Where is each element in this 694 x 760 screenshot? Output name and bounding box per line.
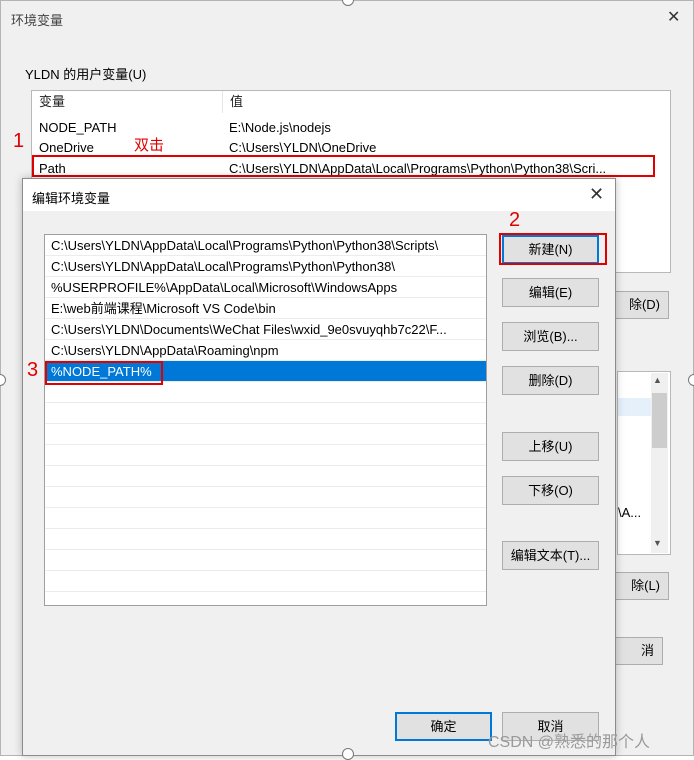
list-item[interactable]: E:\web前端课程\Microsoft VS Code\bin [45,298,486,319]
annotation-highlight-new-button [499,233,607,265]
move-up-button[interactable]: 上移(U) [502,432,599,461]
delete-button[interactable]: 删除(D) [502,366,599,395]
list-item[interactable]: %USERPROFILE%\AppData\Local\Microsoft\Wi… [45,277,486,298]
resize-handle[interactable] [688,374,694,386]
list-item[interactable]: C:\Users\YLDN\AppData\Local\Programs\Pyt… [45,256,486,277]
empty-list-row [45,445,486,466]
window-title: 环境变量 [11,13,64,28]
resize-handle[interactable] [342,748,354,760]
empty-list-row [45,529,486,550]
annotation-number-3: 3 [27,359,39,381]
annotation-highlight-path-row [32,155,655,177]
column-header-value[interactable]: 值 [222,91,662,113]
scroll-down-icon[interactable]: ▼ [653,538,662,548]
user-variables-group-label: YLDN 的用户变量(U) [25,67,147,82]
empty-list-row [45,550,486,571]
dialog-title: 编辑环境变量 [32,191,111,206]
browse-button[interactable]: 浏览(B)... [502,322,599,351]
annotation-highlight-new-entry [45,361,163,385]
close-icon[interactable]: ✕ [667,7,680,27]
empty-list-row [45,466,486,487]
scroll-up-icon[interactable]: ▲ [653,375,662,385]
empty-list-row [45,571,486,592]
empty-list-row [45,403,486,424]
move-down-button[interactable]: 下移(O) [502,476,599,505]
variable-name[interactable]: NODE_PATH [39,118,117,138]
edit-text-button[interactable]: 编辑文本(T)... [502,541,599,570]
truncated-value: \A... [618,505,642,520]
ok-button[interactable]: 确定 [395,712,492,741]
empty-list-row [45,487,486,508]
empty-list-row [45,508,486,529]
variable-value[interactable]: E:\Node.js\nodejs [229,118,331,138]
list-item[interactable]: C:\Users\YLDN\AppData\Roaming\npm [45,340,486,361]
list-selection [618,398,651,416]
scrollbar-thumb[interactable] [652,393,667,448]
list-item[interactable]: C:\Users\YLDN\AppData\Local\Programs\Pyt… [45,235,486,256]
dialog-titlebar [23,179,615,211]
annotation-number-1: 1 [13,130,25,152]
edit-environment-variable-dialog: 编辑环境变量 ✕ C:\Users\YLDN\AppData\Local\Pro… [22,178,616,756]
watermark: CSDN @熟悉的那个人 [488,734,651,751]
empty-list-row [45,382,486,403]
close-icon[interactable]: ✕ [589,184,604,205]
column-header-variable[interactable]: 变量 [39,91,65,113]
annotation-double-click-note: 双击 [134,137,165,154]
edit-button[interactable]: 编辑(E) [502,278,599,307]
annotation-number-2: 2 [509,209,521,231]
path-entries-list[interactable]: C:\Users\YLDN\AppData\Local\Programs\Pyt… [44,234,487,606]
empty-list-row [45,424,486,445]
list-item[interactable]: C:\Users\YLDN\Documents\WeChat Files\wxi… [45,319,486,340]
